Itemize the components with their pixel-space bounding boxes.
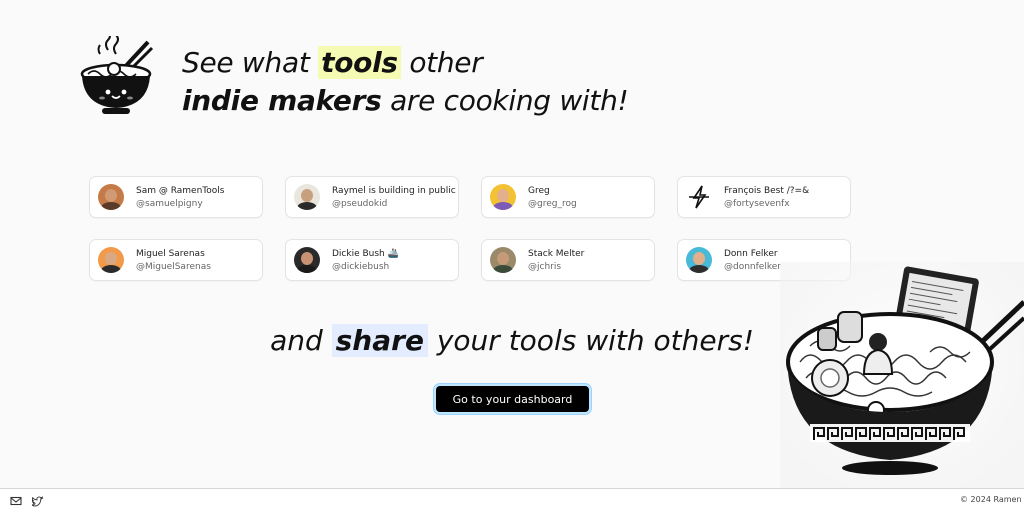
hero: See what tools other indie makers are co… (78, 36, 629, 120)
maker-handle: @MiguelSarenas (136, 261, 211, 272)
maker-name: Stack Melter (528, 248, 585, 259)
avatar (294, 184, 320, 210)
hero-headline: See what tools other indie makers are co… (182, 44, 629, 120)
headline-text: are cooking with! (381, 84, 629, 117)
avatar (294, 247, 320, 273)
avatar (98, 247, 124, 273)
maker-name: Dickie Bush 🚢 (332, 248, 399, 259)
maker-name: Greg (528, 185, 550, 196)
mail-icon[interactable] (10, 495, 22, 507)
maker-card[interactable]: Dickie Bush 🚢 @dickiebush (285, 239, 459, 281)
ramen-bowl-illustration (780, 262, 1024, 488)
highlight-indie-makers: indie makers (182, 84, 382, 117)
highlight-share: share (331, 324, 428, 357)
share-text: and (270, 324, 332, 357)
maker-handle: @dickiebush (332, 261, 390, 272)
footer-icons (0, 495, 54, 507)
avatar (98, 184, 124, 210)
maker-card[interactable]: François Best /?=& @fortysevenfx (677, 176, 851, 218)
twitter-icon[interactable] (32, 495, 44, 507)
maker-card[interactable]: Sam @ RamenTools @samuelpigny (89, 176, 263, 218)
maker-handle: @donnfelker (724, 261, 781, 272)
maker-handle: @pseudokid (332, 198, 388, 209)
avatar (490, 184, 516, 210)
maker-handle: @jchris (528, 261, 562, 272)
maker-card[interactable]: Greg @greg_rog (481, 176, 655, 218)
avatar (490, 247, 516, 273)
maker-handle: @fortysevenfx (724, 198, 790, 209)
copyright: © 2024 Ramen Too (960, 495, 1024, 504)
maker-card[interactable]: Stack Melter @jchris (481, 239, 655, 281)
ramen-bowl-logo (80, 36, 154, 114)
maker-name: Raymel is building in public (332, 185, 456, 196)
makers-grid: Sam @ RamenTools @samuelpigny Raymel is b… (89, 176, 851, 281)
avatar (686, 247, 712, 273)
lightning-logo-avatar (689, 185, 709, 209)
headline-text: See what (182, 46, 319, 79)
partial-icon[interactable] (0, 495, 2, 507)
highlight-tools: tools (318, 46, 401, 79)
maker-card[interactable]: Raymel is building in public @pseudokid (285, 176, 459, 218)
maker-handle: @greg_rog (528, 198, 577, 209)
maker-card[interactable]: Miguel Sarenas @MiguelSarenas (89, 239, 263, 281)
maker-name: Sam @ RamenTools (136, 185, 225, 196)
share-text: your tools with others! (427, 324, 754, 357)
maker-handle: @samuelpigny (136, 198, 203, 209)
headline-text: other (400, 46, 483, 79)
footer: © 2024 Ramen Too (0, 488, 1024, 512)
maker-name: Donn Felker (724, 248, 778, 259)
maker-name: Miguel Sarenas (136, 248, 205, 259)
dashboard-button[interactable]: Go to your dashboard (434, 384, 591, 414)
maker-name: François Best /?=& (724, 185, 810, 196)
